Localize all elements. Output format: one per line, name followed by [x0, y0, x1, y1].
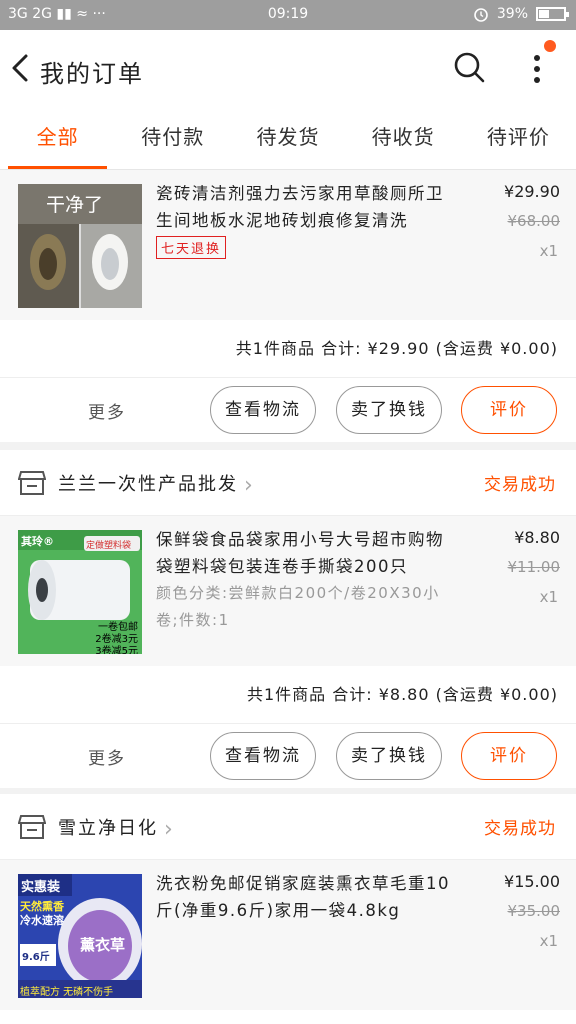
original-price: ¥35.00	[507, 902, 561, 920]
order-item[interactable]: 实惠装 天然熏香 冷水速溶 薰衣草 9.6斤 植萃配方 无磷不伤手 洗衣粉免邮促…	[0, 860, 576, 1010]
shop-name: 雪立净日化 ›	[58, 814, 175, 842]
status-right: 39%	[473, 6, 569, 22]
resell-button[interactable]: 卖了换钱	[336, 386, 442, 434]
order-summary: 共1件商品 合计: ¥8.80 (含运费 ¥0.00)	[0, 666, 576, 724]
shop-header[interactable]: 雪立净日化 › 交易成功	[0, 794, 576, 860]
battery-percent: 39%	[496, 6, 528, 22]
tab-pending-receipt[interactable]: 待收货	[346, 106, 461, 169]
thumb-weight: 9.6斤	[22, 952, 50, 963]
thumb-caption: 干净了	[46, 195, 104, 216]
back-arrow-icon[interactable]	[6, 48, 36, 88]
battery-icon	[536, 7, 569, 21]
order-tabs: 全部 待付款 待发货 待收货 待评价	[0, 106, 576, 170]
thumb-badge: 定做塑料袋	[86, 541, 132, 551]
review-button[interactable]: 评价	[461, 386, 557, 434]
shop-header[interactable]: 兰兰一次性产品批发 › 交易成功	[0, 450, 576, 516]
order-item[interactable]: 干净了 瓷砖清洁剂强力去污家用草酸厕所卫生间地板水泥地砖划痕修复清洗 七天退换 …	[0, 170, 576, 320]
thumb-product: 薰衣草	[80, 936, 126, 954]
view-logistics-button[interactable]: 查看物流	[210, 732, 316, 780]
product-quantity: x1	[539, 242, 558, 260]
product-quantity: x1	[539, 588, 558, 606]
order-card: 雪立净日化 › 交易成功 实惠装 天然熏香 冷水速溶 薰衣草 9.6斤 植萃配方 …	[0, 794, 576, 1024]
product-image: 其玲® 定做塑料袋 一卷包邮 2卷减3元 3卷减5元	[18, 530, 142, 654]
shop-name-text: 兰兰一次性产品批发	[58, 474, 238, 495]
order-summary: 共1件商品 合计: ¥29.90 (含运费 ¥0.00)	[0, 320, 576, 378]
thumb-badge: 实惠装	[21, 880, 61, 895]
resell-button[interactable]: 卖了换钱	[336, 732, 442, 780]
battery-fill	[539, 10, 550, 18]
shop-icon	[18, 815, 46, 839]
product-sku: 颜色分类:尝鲜款白200个/卷20X30小卷;件数:1	[156, 584, 440, 629]
order-status: 交易成功	[484, 475, 556, 495]
thumb-brand: 其玲®	[21, 535, 54, 548]
product-price: ¥15.00	[504, 872, 560, 891]
nav-bar: 我的订单	[0, 30, 576, 106]
more-link[interactable]: 更多	[88, 398, 126, 423]
product-price: ¥8.80	[514, 528, 560, 547]
original-price: ¥11.00	[507, 558, 561, 576]
search-icon[interactable]	[452, 50, 486, 84]
tab-pending-payment[interactable]: 待付款	[115, 106, 230, 169]
product-price: ¥29.90	[504, 182, 560, 201]
product-title: 保鲜袋食品袋家用小号大号超市购物袋塑料袋包装连卷手撕袋200只	[156, 530, 444, 576]
alarm-icon	[474, 8, 488, 22]
order-item[interactable]: 其玲® 定做塑料袋 一卷包邮 2卷减3元 3卷减5元 保鲜袋食品袋家用小号大号超…	[0, 516, 576, 666]
chevron-right-icon: ›	[164, 817, 175, 842]
product-title: 瓷砖清洁剂强力去污家用草酸厕所卫生间地板水泥地砖划痕修复清洗	[156, 184, 444, 230]
order-card: 干净了 瓷砖清洁剂强力去污家用草酸厕所卫生间地板水泥地砖划痕修复清洗 七天退换 …	[0, 170, 576, 442]
tab-pending-shipment[interactable]: 待发货	[230, 106, 345, 169]
original-price: ¥68.00	[507, 212, 561, 230]
product-image: 实惠装 天然熏香 冷水速溶 薰衣草 9.6斤 植萃配方 无磷不伤手	[18, 874, 142, 998]
product-quantity: x1	[539, 932, 558, 950]
page-title: 我的订单	[40, 60, 144, 88]
thumb-promo-3: 3卷减5元	[95, 646, 138, 654]
product-image: 干净了	[18, 184, 142, 308]
status-bar: 3G 2G ▮▮ ≈ ··· 09:19 39%	[0, 0, 576, 30]
view-logistics-button[interactable]: 查看物流	[210, 386, 316, 434]
shop-name-text: 雪立净日化	[58, 818, 158, 839]
order-status: 交易成功	[484, 819, 556, 839]
product-title: 洗衣粉免邮促销家庭装熏衣草毛重10斤(净重9.6斤)家用一袋4.8kg	[156, 874, 450, 920]
order-card: 兰兰一次性产品批发 › 交易成功 其玲® 定做塑料袋 一卷包邮 2卷减3元 3卷减…	[0, 450, 576, 788]
thumb-line-2: 冷水速溶	[20, 914, 64, 927]
order-actions: 更多 查看物流 卖了换钱 评价	[0, 724, 576, 788]
tab-all[interactable]: 全部	[0, 106, 115, 169]
notification-dot	[544, 40, 556, 52]
shop-icon	[18, 471, 46, 495]
order-actions: 更多 查看物流 卖了换钱 评价	[0, 378, 576, 442]
review-button[interactable]: 评价	[461, 732, 557, 780]
thumb-footer: 植萃配方 无磷不伤手	[20, 987, 114, 998]
chevron-right-icon: ›	[244, 473, 255, 498]
seven-day-return-badge: 七天退换	[156, 236, 227, 259]
tab-pending-review[interactable]: 待评价	[461, 106, 576, 169]
more-link[interactable]: 更多	[88, 744, 126, 769]
shop-name: 兰兰一次性产品批发 ›	[58, 470, 255, 498]
